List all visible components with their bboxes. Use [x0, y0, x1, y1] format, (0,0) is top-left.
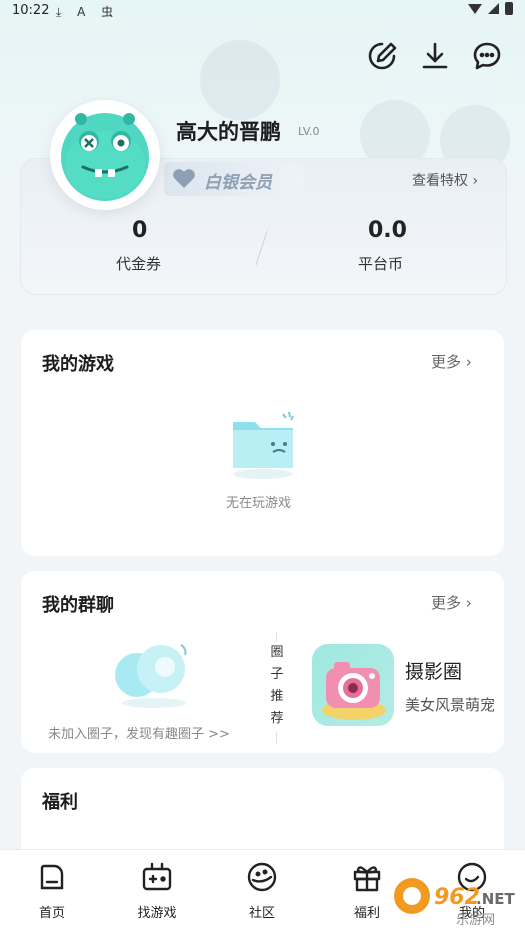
battery-icon — [505, 2, 513, 15]
svg-text:.NET: .NET — [476, 890, 515, 908]
nav-home-label: 首页 — [38, 906, 65, 921]
user-level: LV.0 — [298, 125, 320, 138]
nav-community-label: 社区 — [248, 906, 275, 921]
heart-badge-icon — [172, 168, 196, 194]
mascot-avatar-icon — [61, 113, 149, 201]
nav-find-games[interactable]: 找游戏 — [117, 860, 197, 921]
my-games-title: 我的游戏 — [42, 354, 114, 375]
photography-circle-avatar[interactable] — [312, 644, 394, 726]
nav-community[interactable]: 社区 — [222, 860, 302, 921]
download-icon[interactable] — [419, 40, 451, 72]
message-icon[interactable] — [471, 40, 503, 72]
voucher-label[interactable]: 代金券 — [116, 253, 161, 274]
empty-folder-icon — [223, 408, 303, 484]
my-groups-more-link[interactable]: 更多 › — [431, 592, 472, 613]
voucher-count[interactable]: 0 — [132, 218, 147, 243]
my-games-more-link[interactable]: 更多 › — [431, 351, 472, 372]
gift-icon — [353, 866, 381, 892]
platform-coin-label[interactable]: 平台币 — [358, 253, 403, 274]
svg-text:962: 962 — [434, 885, 480, 910]
signal-icon — [488, 3, 499, 14]
my-games-empty-text: 无在玩游戏 — [226, 496, 292, 511]
gamepad-icon — [142, 862, 172, 891]
status-bar: 10:22 ⤓ A 虫 — [0, 0, 525, 22]
svg-text:乐游网: 乐游网 — [456, 913, 495, 928]
status-system-icons — [468, 2, 513, 15]
welfare-title: 福利 — [42, 792, 78, 813]
nav-find-games-label: 找游戏 — [137, 906, 177, 921]
site-watermark: 962 .NET 乐游网 — [390, 870, 520, 928]
divider — [276, 732, 277, 744]
status-notification-icons: ⤓ A 虫 — [56, 5, 120, 19]
planet-icon — [247, 862, 277, 892]
status-time: 10:22 — [12, 3, 50, 18]
my-groups-title: 我的群聊 — [42, 595, 114, 616]
membership-label: 白银会员 — [204, 173, 272, 193]
camera-icon — [322, 662, 386, 720]
username[interactable]: 高大的晋鹏 — [176, 116, 281, 146]
nav-home[interactable]: 首页 — [12, 860, 92, 921]
decorative-shape — [200, 40, 280, 120]
recommended-circle-name[interactable]: 摄影圈 — [405, 657, 462, 684]
home-icon — [40, 864, 64, 890]
recommended-circle-desc: 美女风景萌宠 — [405, 696, 496, 714]
circle-recommend-label: 圈子推荐 — [270, 645, 284, 726]
platform-coin-count[interactable]: 0.0 — [368, 218, 407, 243]
wifi-icon — [468, 3, 482, 14]
my-groups-empty-link[interactable]: 未加入圈子，发现有趣圈子 >> — [48, 723, 230, 742]
edit-icon[interactable] — [366, 40, 398, 72]
avatar[interactable] — [50, 100, 160, 210]
empty-chat-icon — [109, 637, 199, 713]
view-privileges-link[interactable]: 查看特权 › — [412, 170, 478, 190]
my-games-card: 我的游戏 更多 › 无在玩游戏 — [21, 330, 504, 556]
divider — [276, 632, 277, 642]
